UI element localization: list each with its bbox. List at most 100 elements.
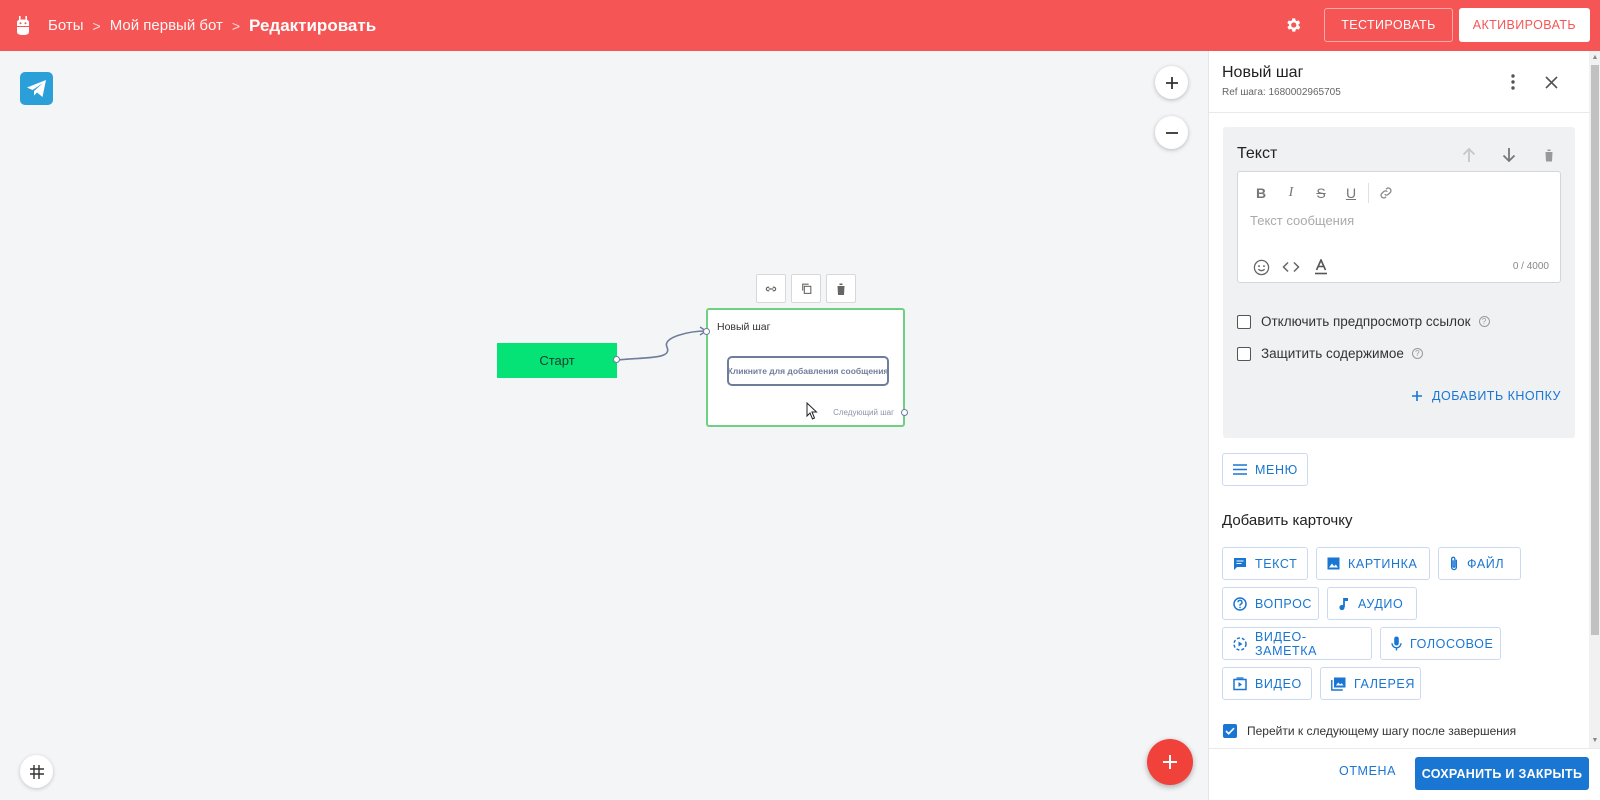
delete-card-button[interactable] [1537, 143, 1561, 167]
code-icon [1282, 261, 1300, 273]
more-options-button[interactable] [1503, 71, 1523, 93]
add-video-card-label: ВИДЕО [1255, 676, 1302, 691]
menu-label: МЕНЮ [1255, 462, 1298, 477]
link-node-button[interactable] [756, 274, 786, 303]
add-text-card-button[interactable]: ТЕКСТ [1222, 547, 1308, 580]
scroll-thumb[interactable] [1591, 65, 1599, 635]
copy-node-button[interactable] [791, 274, 821, 303]
start-output-port[interactable] [613, 356, 620, 363]
panel-title: Новый шаг [1222, 64, 1304, 81]
header-actions: ТЕСТИРОВАТЬ АКТИВИРОВАТЬ [1276, 8, 1590, 42]
delete-node-button[interactable] [826, 274, 856, 303]
format-toolbar: B I S U [1246, 182, 1401, 204]
settings-button[interactable] [1276, 8, 1310, 42]
trash-icon [836, 283, 846, 295]
add-text-card-label: ТЕКСТ [1255, 556, 1298, 571]
page-title: Редактировать [249, 15, 377, 35]
underline-button[interactable]: U [1336, 182, 1366, 204]
scroll-up-icon[interactable]: ▲ [1591, 54, 1599, 62]
text-card: Текст B I S U Текст сообщения 0 / 4000 О… [1223, 127, 1575, 438]
connector-line [616, 326, 708, 361]
breadcrumb-bots[interactable]: Боты [48, 17, 84, 34]
code-button[interactable] [1276, 256, 1306, 278]
add-image-card-button[interactable]: КАРТИНКА [1316, 547, 1430, 580]
add-image-card-label: КАРТИНКА [1348, 556, 1418, 571]
goto-next-step-option[interactable]: Перейти к следующему шагу после завершен… [1223, 724, 1516, 738]
bold-button[interactable]: B [1246, 182, 1276, 204]
plus-icon [1412, 391, 1423, 401]
protect-content-option[interactable]: Защитить содержимое ? [1237, 346, 1423, 361]
question-icon [1233, 596, 1247, 611]
flow-canvas[interactable]: Старт Новый шаг Кликните для добавления … [0, 51, 1208, 800]
help-icon[interactable]: ? [1411, 348, 1423, 359]
help-icon[interactable]: ? [1478, 316, 1490, 327]
emoji-button[interactable] [1246, 256, 1276, 278]
add-video-note-card-label: ВИДЕО-ЗАМЕТКА [1255, 629, 1318, 658]
disable-link-preview-label: Отключить предпросмотр ссылок [1261, 314, 1471, 329]
panel-header: Новый шаг Ref шага: 1680002965705 [1209, 51, 1600, 113]
activate-button[interactable]: АКТИВИРОВАТЬ [1458, 8, 1590, 42]
menu-icon [1233, 464, 1247, 475]
add-gallery-card-label: ГАЛЕРЕЯ [1354, 676, 1415, 691]
add-audio-card-label: АУДИО [1358, 596, 1404, 611]
message-icon [1234, 557, 1246, 570]
save-and-close-button[interactable]: СОХРАНИТЬ И ЗАКРЫТЬ [1415, 757, 1589, 790]
cancel-button[interactable]: ОТМЕНА [1339, 764, 1396, 778]
disable-link-preview-option[interactable]: Отключить предпросмотр ссылок ? [1237, 314, 1490, 329]
trash-icon [1544, 149, 1554, 161]
add-video-card-button[interactable]: ВИДЕО [1222, 667, 1312, 700]
move-down-button[interactable] [1497, 143, 1521, 167]
goto-next-step-label: Перейти к следующему шагу после завершен… [1247, 724, 1517, 738]
step-input-port[interactable] [703, 328, 710, 335]
step-ref: Ref шага: 1680002965705 [1222, 87, 1341, 98]
breadcrumb-bot[interactable]: Мой первый бот [110, 17, 223, 34]
mouse-cursor-icon [806, 402, 818, 420]
add-step-button[interactable] [1147, 739, 1193, 785]
italic-button[interactable]: I [1276, 182, 1306, 204]
menu-button[interactable]: МЕНЮ [1222, 453, 1308, 486]
add-button-link[interactable]: ДОБАВИТЬ КНОПКУ [1411, 389, 1561, 403]
grid-toggle-button[interactable] [20, 755, 53, 788]
music-note-icon [1339, 597, 1348, 610]
add-question-card-button[interactable]: ВОПРОС [1222, 587, 1319, 620]
protect-content-label: Защитить содержимое [1261, 346, 1404, 361]
checkmark-icon [1225, 727, 1235, 735]
message-editor[interactable]: B I S U Текст сообщения 0 / 4000 [1237, 171, 1561, 283]
add-file-card-button[interactable]: ФАЙЛ [1438, 547, 1521, 580]
plus-icon [1163, 755, 1177, 769]
video-icon [1233, 676, 1247, 690]
scroll-down-icon[interactable]: ▼ [1591, 737, 1599, 745]
message-placeholder: Текст сообщения [1250, 213, 1355, 228]
editor-bottom-tools [1246, 256, 1336, 278]
add-question-card-label: ВОПРОС [1255, 596, 1313, 611]
move-up-button[interactable] [1457, 143, 1481, 167]
add-audio-card-button[interactable]: АУДИО [1327, 587, 1417, 620]
add-message-area[interactable]: Кликните для добавления сообщения [727, 356, 889, 386]
start-node[interactable]: Старт [497, 343, 617, 378]
protect-content-checkbox[interactable] [1237, 346, 1251, 361]
goto-next-step-checkbox[interactable] [1223, 724, 1237, 738]
close-panel-button[interactable] [1540, 71, 1562, 93]
arrow-up-icon [1462, 147, 1476, 162]
step-editor-panel: Новый шаг Ref шага: 1680002965705 ▲ ▼ Те… [1208, 51, 1600, 800]
test-button[interactable]: ТЕСТИРОВАТЬ [1324, 8, 1453, 42]
text-color-button[interactable] [1306, 256, 1336, 278]
toolbar-divider [1368, 183, 1369, 203]
step-output-port[interactable] [901, 409, 908, 416]
disable-link-preview-checkbox[interactable] [1237, 314, 1251, 329]
add-voice-card-button[interactable]: ГОЛОСОВОЕ [1380, 627, 1501, 660]
breadcrumb-separator: > [92, 17, 101, 34]
panel-footer: ОТМЕНА СОХРАНИТЬ И ЗАКРЫТЬ [1209, 748, 1600, 800]
more-vertical-icon [1511, 74, 1515, 90]
add-gallery-card-button[interactable]: ГАЛЕРЕЯ [1320, 667, 1421, 700]
bot-logo-icon[interactable] [14, 15, 32, 37]
next-step-label: Следующий шаг [833, 408, 894, 417]
node-toolbar [756, 274, 856, 303]
close-icon [1544, 75, 1558, 89]
panel-scrollbar[interactable]: ▲ ▼ [1589, 51, 1600, 748]
add-voice-card-label: ГОЛОСОВОЕ [1410, 636, 1494, 651]
add-video-note-card-button[interactable]: ВИДЕО-ЗАМЕТКА [1222, 627, 1372, 660]
strikethrough-button[interactable]: S [1306, 182, 1336, 204]
gear-icon [1287, 18, 1301, 32]
insert-link-button[interactable] [1371, 182, 1401, 204]
